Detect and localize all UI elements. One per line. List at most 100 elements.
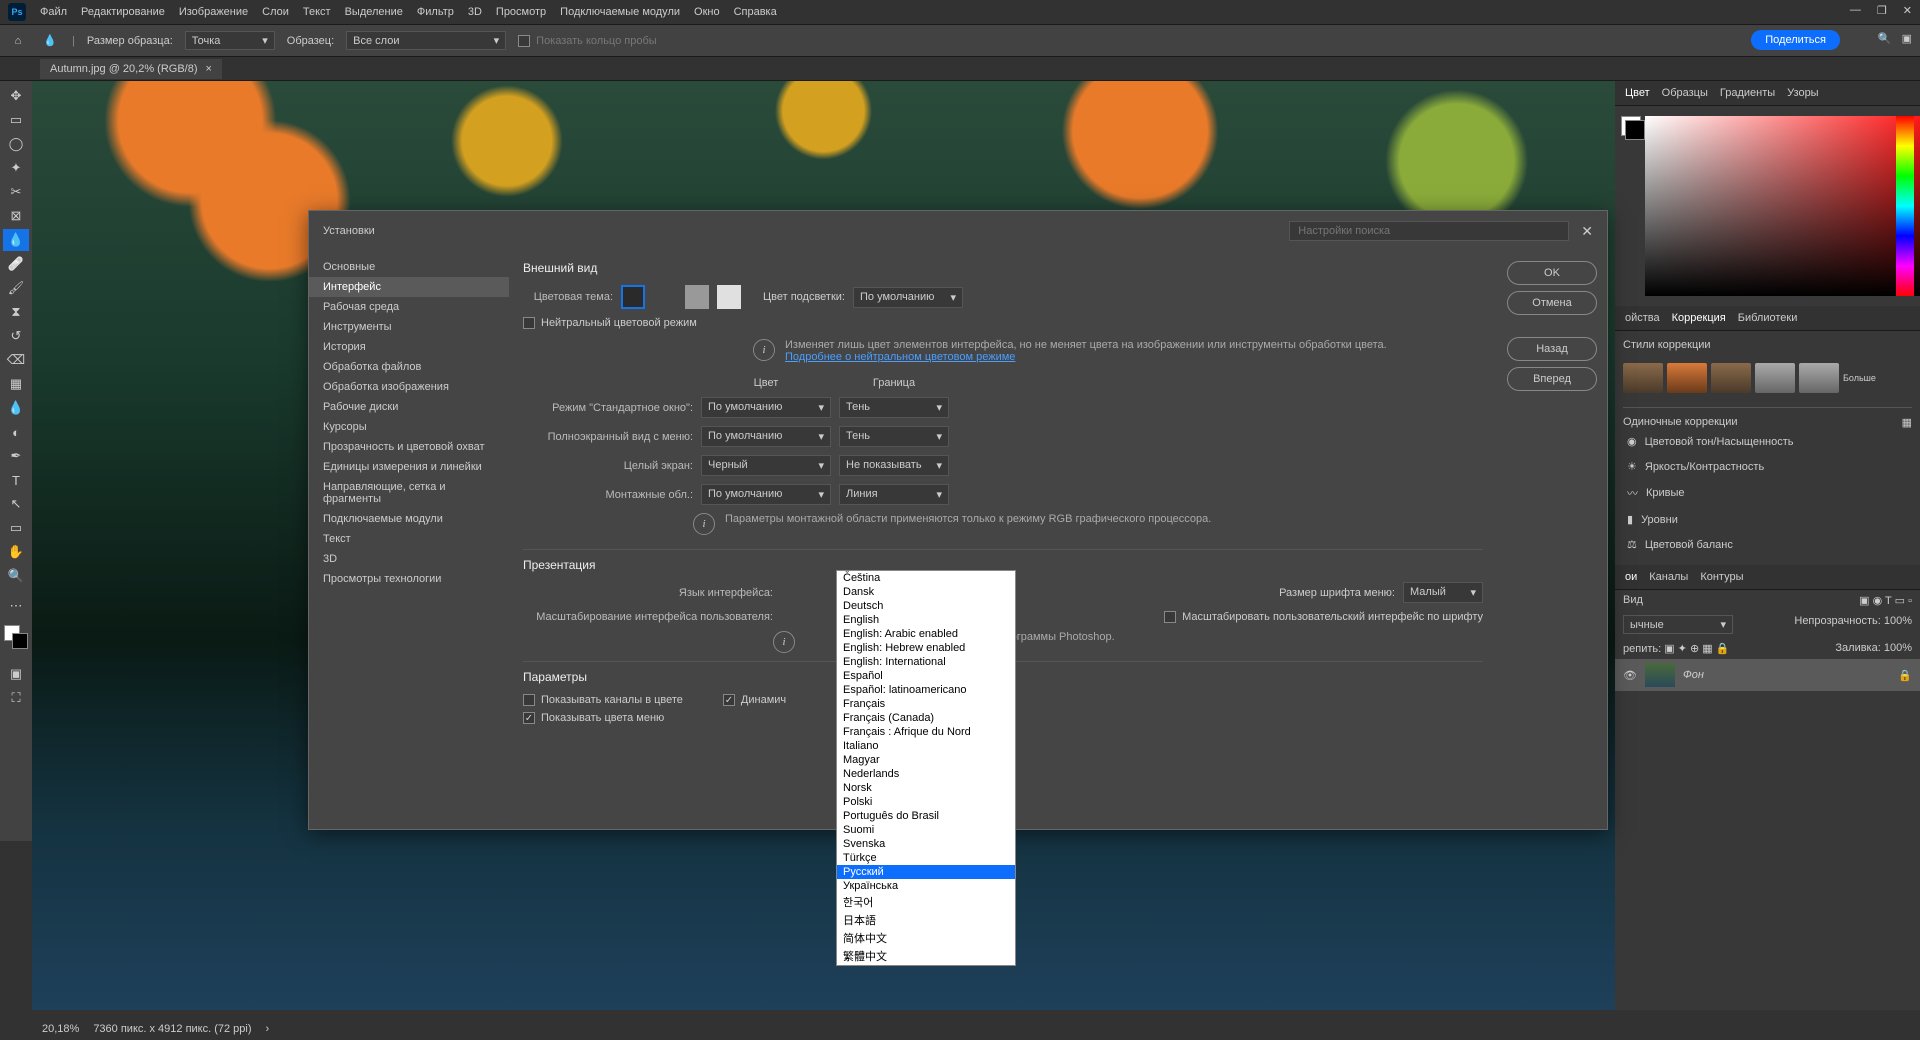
lang-option[interactable]: Українська <box>837 879 1015 893</box>
lang-option[interactable]: English: Arabic enabled <box>837 627 1015 641</box>
cancel-button[interactable]: Отмена <box>1507 291 1597 315</box>
standard-border[interactable]: Тень▾ <box>839 397 949 418</box>
hue-slider[interactable] <box>1896 116 1914 296</box>
search-icon[interactable]: 🔍 <box>1878 32 1892 45</box>
lang-option[interactable]: Русский <box>837 865 1015 879</box>
tab-color[interactable]: Цвет <box>1625 87 1650 99</box>
artboard-color[interactable]: По умолчанию▾ <box>701 484 831 505</box>
marquee-tool[interactable]: ▭ <box>3 109 29 131</box>
sidebar-item-3d[interactable]: 3D <box>309 549 509 569</box>
lock-icon[interactable]: 🔒 <box>1898 669 1912 682</box>
menu-view[interactable]: Просмотр <box>496 6 546 18</box>
menu-3d[interactable]: 3D <box>468 6 482 18</box>
grid-icon[interactable]: ▦ <box>1902 416 1912 429</box>
lang-option[interactable]: English: International <box>837 655 1015 669</box>
history-brush-tool[interactable]: ↺ <box>3 325 29 347</box>
dynamic-checkbox[interactable] <box>723 694 735 706</box>
lang-option[interactable]: Türkçe <box>837 851 1015 865</box>
sidebar-item-text[interactable]: Текст <box>309 529 509 549</box>
preset[interactable] <box>1799 363 1839 393</box>
sample-size-select[interactable]: Точка▾ <box>185 31 275 50</box>
lang-option[interactable]: Norsk <box>837 781 1015 795</box>
home-icon[interactable]: ⌂ <box>8 31 28 51</box>
lang-option[interactable]: Português do Brasil <box>837 809 1015 823</box>
lang-option[interactable]: Français (Canada) <box>837 711 1015 725</box>
adj-brightness[interactable]: ☀Яркость/Контрастность <box>1623 454 1912 479</box>
lang-option[interactable]: Magyar <box>837 753 1015 767</box>
menu-image[interactable]: Изображение <box>179 6 248 18</box>
screenmode-tool[interactable]: ⛶ <box>3 687 29 709</box>
adj-hue[interactable]: ◉Цветовой тон/Насыщенность <box>1623 429 1912 454</box>
quickmask-tool[interactable]: ▣ <box>3 663 29 685</box>
hand-tool[interactable]: ✋ <box>3 541 29 563</box>
language-dropdown[interactable]: ČeštinaDanskDeutschEnglishEnglish: Arabi… <box>836 570 1016 966</box>
tab-paths[interactable]: Контуры <box>1700 571 1743 583</box>
path-tool[interactable]: ↖ <box>3 493 29 515</box>
sidebar-item-scratch[interactable]: Рабочие диски <box>309 397 509 417</box>
text-tool[interactable]: T <box>3 469 29 491</box>
sidebar-item-guides[interactable]: Направляющие, сетка и фрагменты <box>309 477 509 509</box>
fullmenu-border[interactable]: Тень▾ <box>839 426 949 447</box>
color-field[interactable] <box>1645 116 1920 296</box>
artboard-border[interactable]: Линия▾ <box>839 484 949 505</box>
adj-levels[interactable]: ▮Уровни <box>1623 507 1912 532</box>
settings-search[interactable] <box>1289 221 1569 241</box>
workspace-icon[interactable]: ▣ <box>1902 32 1912 45</box>
lang-option[interactable]: Español: latinoamericano <box>837 683 1015 697</box>
menu-filter[interactable]: Фильтр <box>417 6 454 18</box>
theme-lightest[interactable] <box>717 285 741 309</box>
sidebar-item-plugins[interactable]: Подключаемые модули <box>309 509 509 529</box>
menu-layers[interactable]: Слои <box>262 6 289 18</box>
lang-option[interactable]: Français <box>837 697 1015 711</box>
tab-channels[interactable]: Каналы <box>1649 571 1688 583</box>
lang-option[interactable]: Nederlands <box>837 767 1015 781</box>
zoom-tool[interactable]: 🔍 <box>3 565 29 587</box>
adj-balance[interactable]: ⚖Цветовой баланс <box>1623 532 1912 557</box>
lang-option[interactable]: 日本語 <box>837 911 1015 929</box>
neutral-checkbox[interactable] <box>523 317 535 329</box>
theme-darkest[interactable] <box>621 285 645 309</box>
move-tool[interactable]: ✥ <box>3 85 29 107</box>
visibility-icon[interactable]: 👁 <box>1623 669 1637 682</box>
highlight-select[interactable]: По умолчанию▾ <box>853 287 963 308</box>
gradient-tool[interactable]: ▦ <box>3 373 29 395</box>
edit-toolbar[interactable]: ⋯ <box>3 595 29 617</box>
adj-curves[interactable]: 〰Кривые <box>1623 479 1912 507</box>
sidebar-item-interface[interactable]: Интерфейс <box>309 277 509 297</box>
menu-file[interactable]: Файл <box>40 6 67 18</box>
lasso-tool[interactable]: ◯ <box>3 133 29 155</box>
tab-close-icon[interactable]: × <box>206 63 212 75</box>
standard-color[interactable]: По умолчанию▾ <box>701 397 831 418</box>
lang-option[interactable]: 한국어 <box>837 893 1015 911</box>
lang-option[interactable]: Dansk <box>837 585 1015 599</box>
lang-option[interactable]: Čeština <box>837 571 1015 585</box>
sidebar-item-filehandling[interactable]: Обработка файлов <box>309 357 509 377</box>
stamp-tool[interactable]: ⧗ <box>3 301 29 323</box>
tab-swatches[interactable]: Образцы <box>1662 87 1708 99</box>
menu-edit[interactable]: Редактирование <box>81 6 165 18</box>
sidebar-item-techpreview[interactable]: Просмотры технологии <box>309 569 509 589</box>
sidebar-item-workspace[interactable]: Рабочая среда <box>309 297 509 317</box>
font-size-select[interactable]: Малый▾ <box>1403 582 1483 603</box>
tab-layers[interactable]: ои <box>1625 571 1637 583</box>
theme-light[interactable] <box>685 285 709 309</box>
lang-option[interactable]: Svenska <box>837 837 1015 851</box>
fullmenu-color[interactable]: По умолчанию▾ <box>701 426 831 447</box>
theme-dark[interactable] <box>653 285 677 309</box>
preset[interactable] <box>1755 363 1795 393</box>
menu-help[interactable]: Справка <box>734 6 777 18</box>
share-button[interactable]: Поделиться <box>1751 30 1840 50</box>
shape-tool[interactable]: ▭ <box>3 517 29 539</box>
app-icon[interactable]: Ps <box>8 3 26 21</box>
more-presets[interactable]: Больше <box>1843 373 1876 383</box>
maximize-icon[interactable]: ❐ <box>1877 4 1887 17</box>
zoom-value[interactable]: 20,18% <box>42 1023 79 1035</box>
show-menu-checkbox[interactable] <box>523 712 535 724</box>
blend-mode[interactable]: ычные▾ <box>1623 615 1733 634</box>
tab-adjustments[interactable]: Коррекция <box>1672 312 1726 324</box>
tab-patterns[interactable]: Узоры <box>1787 87 1818 99</box>
bg-color[interactable] <box>12 633 28 649</box>
lang-option[interactable]: Deutsch <box>837 599 1015 613</box>
prev-button[interactable]: Назад <box>1507 337 1597 361</box>
sample-select[interactable]: Все слои▾ <box>346 31 506 50</box>
